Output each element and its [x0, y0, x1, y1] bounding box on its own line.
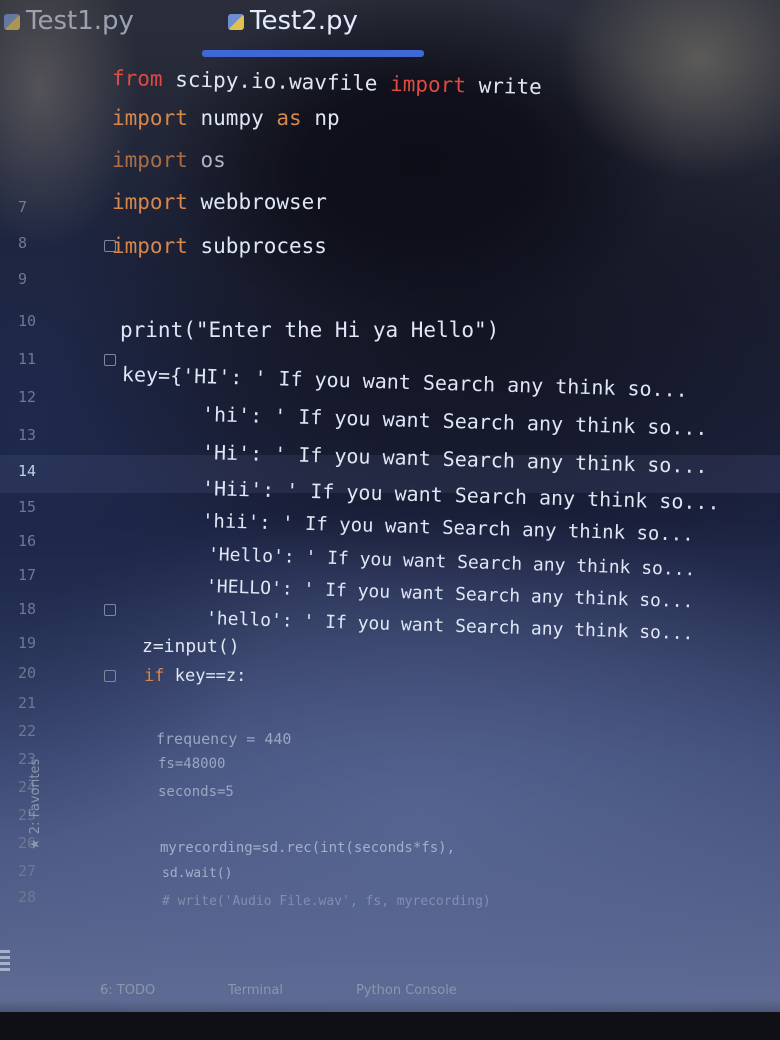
- line-number: 18: [18, 600, 37, 618]
- code-line[interactable]: seconds=5: [158, 784, 234, 800]
- screen: Test1.py Test2.py 7 8 9 10 11 12 13 14 1…: [0, 0, 780, 1040]
- tab-test2[interactable]: Test2.py: [228, 6, 358, 36]
- code-line[interactable]: import os: [112, 148, 226, 172]
- code-line[interactable]: 'hi': ' If you want Search any think so.…: [202, 402, 708, 440]
- line-number-current: 14: [18, 462, 37, 480]
- line-number: 13: [18, 426, 37, 444]
- code-line[interactable]: import subprocess: [112, 234, 327, 258]
- line-number: 11: [18, 350, 37, 368]
- code-line[interactable]: import webbrowser: [112, 190, 327, 214]
- line-number: 19: [18, 634, 37, 652]
- line-number: 17: [18, 566, 37, 584]
- code-line[interactable]: frequency = 440: [156, 730, 291, 748]
- tab-label: Test2.py: [250, 6, 358, 36]
- code-line[interactable]: import numpy as np: [112, 106, 340, 130]
- line-number: 10: [18, 312, 37, 330]
- python-file-icon: [4, 13, 20, 30]
- favorites-panel-tab[interactable]: ★ 2: Favorites: [28, 759, 43, 850]
- tab-label: Test1.py: [26, 6, 134, 36]
- code-line[interactable]: from scipy.io.wavfile import write: [112, 66, 542, 99]
- code-line-comment[interactable]: # write('Audio File.wav', fs, myrecordin…: [162, 894, 491, 909]
- line-number-gutter: 7 8 9 10 11 12 13 14 15 16 17 18 19 20 2…: [0, 58, 116, 988]
- structure-strip: [0, 950, 10, 974]
- line-number: 15: [18, 498, 37, 516]
- python-console-tool-button[interactable]: Python Console: [356, 983, 457, 998]
- line-number: 7: [18, 198, 28, 216]
- code-line[interactable]: if key==z:: [144, 666, 246, 686]
- code-line[interactable]: 'hii': ' If you want Search any think so…: [202, 510, 694, 546]
- code-line[interactable]: z=input(): [142, 636, 240, 657]
- code-line[interactable]: 'hello': ' If you want Search any think …: [206, 608, 694, 644]
- line-number: 12: [18, 388, 37, 406]
- bottom-tool-bar: 6: TODO Terminal Python Console: [0, 975, 780, 1009]
- fold-marker-icon[interactable]: [104, 604, 116, 616]
- tab-test1[interactable]: Test1.py: [4, 6, 134, 36]
- todo-tool-button[interactable]: 6: TODO: [100, 983, 155, 998]
- fold-marker-icon[interactable]: [104, 354, 116, 366]
- terminal-tool-button[interactable]: Terminal: [228, 983, 283, 998]
- code-line[interactable]: sd.wait(): [162, 866, 232, 881]
- code-line[interactable]: key={'HI': ' If you want Search any thin…: [122, 362, 688, 402]
- fold-marker-icon[interactable]: [104, 670, 116, 682]
- line-number: 21: [18, 694, 37, 712]
- active-tab-indicator: [202, 50, 424, 57]
- line-number: 20: [18, 664, 37, 682]
- code-line[interactable]: myrecording=sd.rec(int(seconds*fs),: [160, 840, 455, 856]
- code-line[interactable]: 'HELLO': ' If you want Search any think …: [206, 576, 694, 612]
- monitor-bezel: [0, 1012, 780, 1040]
- line-number: 22: [18, 722, 37, 740]
- line-number: 27: [18, 862, 37, 880]
- line-number: 8: [18, 234, 28, 252]
- line-number: 28: [18, 888, 37, 906]
- code-line[interactable]: print("Enter the Hi ya Hello"): [120, 318, 499, 342]
- python-file-icon: [228, 13, 244, 30]
- code-line[interactable]: 'Hello': ' If you want Search any think …: [208, 544, 696, 580]
- line-number: 16: [18, 532, 37, 550]
- line-number: 9: [18, 270, 28, 288]
- code-line[interactable]: fs=48000: [158, 756, 225, 772]
